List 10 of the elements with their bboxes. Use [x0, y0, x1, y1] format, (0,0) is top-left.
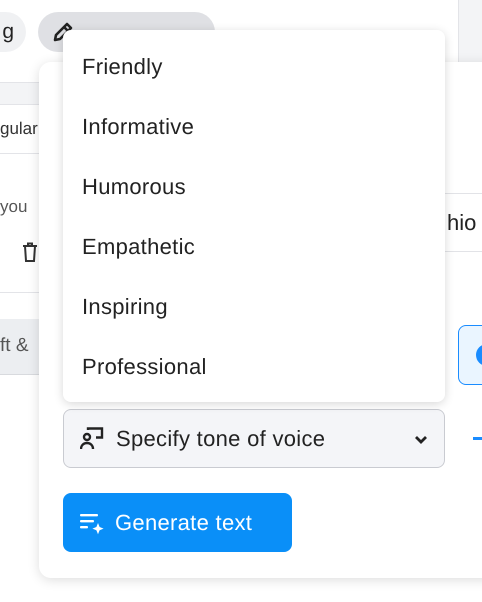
button[interactable]: ft & — [0, 318, 40, 374]
menu-item[interactable]: Inspiring — [63, 276, 445, 336]
menu-item[interactable]: Empathetic — [63, 216, 445, 276]
menu-item[interactable]: Informative — [63, 96, 445, 156]
menu-item[interactable]: Professional — [63, 336, 445, 396]
menu-item[interactable]: Humorous — [63, 156, 445, 216]
chip[interactable]: g — [0, 12, 26, 52]
text: you — [0, 196, 28, 218]
tone-select[interactable]: Specify tone of voice — [63, 409, 445, 468]
menu-item[interactable]: Friendly — [63, 36, 445, 96]
